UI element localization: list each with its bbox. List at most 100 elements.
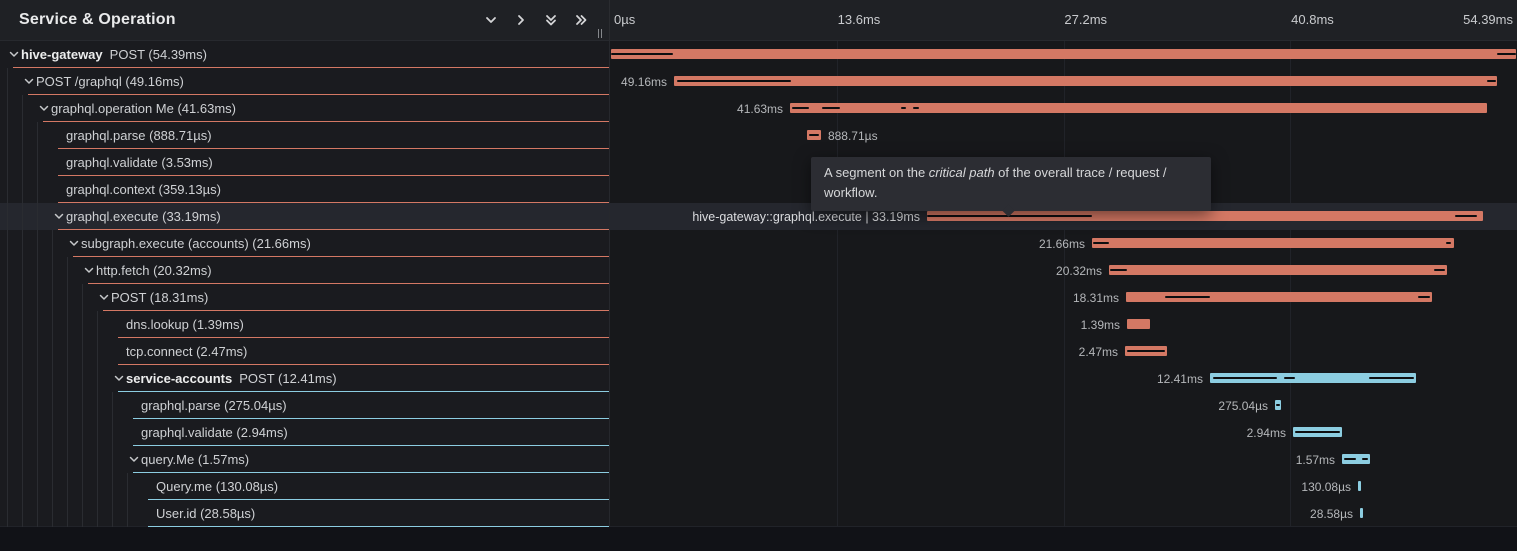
tree-header: Service & Operation bbox=[0, 0, 609, 41]
tooltip-text-before: A segment on the bbox=[824, 165, 929, 180]
chevron-down-icon[interactable] bbox=[483, 12, 499, 28]
chevron-down-icon[interactable] bbox=[66, 240, 81, 247]
axis-tick-4: 54.39ms bbox=[1463, 12, 1513, 27]
span-track-row[interactable]: 130.08µs bbox=[610, 473, 1517, 500]
span-timeline: 49.16ms41.63ms888.71µs3.53ms359.13µshive… bbox=[609, 41, 1517, 526]
chevron-down-icon[interactable] bbox=[81, 267, 96, 274]
chevron-down-icon[interactable] bbox=[126, 456, 141, 463]
span-track-row[interactable]: 888.71µs bbox=[610, 122, 1517, 149]
critical-path-segment bbox=[1497, 53, 1516, 55]
span-bar[interactable] bbox=[1092, 238, 1454, 248]
span-tree: hive-gatewayPOST (54.39ms) POST /graphql … bbox=[0, 41, 609, 526]
span-tree-row[interactable]: graphql.execute (33.19ms) bbox=[0, 203, 609, 230]
span-operation-label: graphql.execute (33.19ms) bbox=[66, 209, 221, 224]
span-tree-row[interactable]: POST (18.31ms) bbox=[0, 284, 609, 311]
span-tree-row[interactable]: POST /graphql (49.16ms) bbox=[0, 68, 609, 95]
span-duration-label: 41.63ms bbox=[737, 102, 783, 116]
span-operation-label: User.id (28.58µs) bbox=[156, 506, 255, 521]
span-tree-row[interactable]: graphql.parse (888.71µs) bbox=[0, 122, 609, 149]
critical-path-segment bbox=[809, 134, 819, 136]
span-tree-row[interactable]: graphql.operation Me (41.63ms) bbox=[0, 95, 609, 122]
span-duration-label: 18.31ms bbox=[1073, 291, 1119, 305]
chevron-down-icon[interactable] bbox=[51, 213, 66, 220]
critical-path-segment bbox=[1418, 296, 1430, 298]
span-bar[interactable] bbox=[1358, 481, 1361, 491]
chevron-down-icon[interactable] bbox=[6, 51, 21, 58]
span-track-row[interactable]: 18.31ms bbox=[610, 284, 1517, 311]
span-tree-row[interactable]: graphql.parse (275.04µs) bbox=[0, 392, 609, 419]
span-duration-label: 2.47ms bbox=[1079, 345, 1118, 359]
double-chevron-right-icon[interactable] bbox=[573, 12, 589, 28]
span-tree-row[interactable]: service-accounts POST (12.41ms) bbox=[0, 365, 609, 392]
tree-header-controls bbox=[483, 0, 589, 40]
critical-path-segment bbox=[1276, 404, 1280, 406]
span-track-row[interactable]: 1.39ms bbox=[610, 311, 1517, 338]
span-track-row[interactable]: 41.63ms bbox=[610, 95, 1517, 122]
span-track-row[interactable]: 12.41ms bbox=[610, 365, 1517, 392]
span-tree-row[interactable]: graphql.context (359.13µs) bbox=[0, 176, 609, 203]
chevron-right-icon[interactable] bbox=[513, 12, 529, 28]
span-operation-label: subgraph.execute (accounts) (21.66ms) bbox=[81, 236, 311, 251]
span-track-row[interactable]: 20.32ms bbox=[610, 257, 1517, 284]
span-track-row[interactable]: 21.66ms bbox=[610, 230, 1517, 257]
span-tree-row[interactable]: dns.lookup (1.39ms) bbox=[0, 311, 609, 338]
span-track-row[interactable]: 2.47ms bbox=[610, 338, 1517, 365]
chevron-down-icon[interactable] bbox=[111, 375, 126, 382]
service-name: service-accounts bbox=[126, 371, 232, 386]
span-track-row[interactable]: 49.16ms bbox=[610, 68, 1517, 95]
critical-path-segment bbox=[1455, 215, 1477, 217]
span-duration-label: 275.04µs bbox=[1218, 399, 1268, 413]
span-tree-row[interactable]: hive-gatewayPOST (54.39ms) bbox=[0, 41, 609, 68]
span-tree-row[interactable]: Query.me (130.08µs) bbox=[0, 473, 609, 500]
span-bar[interactable] bbox=[1360, 508, 1363, 518]
span-duration-label: 888.71µs bbox=[828, 129, 878, 143]
span-bar[interactable] bbox=[1127, 319, 1150, 329]
chevron-down-icon[interactable] bbox=[21, 78, 36, 85]
pane-resize-handle[interactable] bbox=[598, 29, 602, 38]
span-operation-label: graphql.context (359.13µs) bbox=[66, 182, 221, 197]
span-operation-label: tcp.connect (2.47ms) bbox=[126, 344, 247, 359]
span-bar[interactable] bbox=[674, 76, 1497, 86]
span-duration-label: 49.16ms bbox=[621, 75, 667, 89]
span-bar[interactable] bbox=[1109, 265, 1447, 275]
span-operation-label: graphql.validate (2.94ms) bbox=[141, 425, 288, 440]
span-operation-label: POST (12.41ms) bbox=[239, 371, 336, 386]
span-tree-row[interactable]: subgraph.execute (accounts) (21.66ms) bbox=[0, 230, 609, 257]
critical-path-segment bbox=[1284, 377, 1295, 379]
span-tree-row[interactable]: query.Me (1.57ms) bbox=[0, 446, 609, 473]
span-operation-label: graphql.validate (3.53ms) bbox=[66, 155, 213, 170]
span-tree-row[interactable]: graphql.validate (3.53ms) bbox=[0, 149, 609, 176]
critical-path-tooltip: A segment on the critical path of the ov… bbox=[811, 157, 1211, 211]
critical-path-segment bbox=[1295, 431, 1340, 433]
span-track-row[interactable] bbox=[610, 41, 1517, 68]
chevron-down-icon[interactable] bbox=[96, 294, 111, 301]
span-bar[interactable] bbox=[611, 49, 1516, 59]
critical-path-segment bbox=[913, 107, 919, 109]
span-operation-label: POST /graphql (49.16ms) bbox=[36, 74, 184, 89]
span-duration-label: 1.39ms bbox=[1081, 318, 1120, 332]
chevron-down-icon[interactable] bbox=[36, 105, 51, 112]
span-tree-row[interactable]: User.id (28.58µs) bbox=[0, 500, 609, 527]
critical-path-segment bbox=[792, 107, 809, 109]
span-tree-row[interactable]: tcp.connect (2.47ms) bbox=[0, 338, 609, 365]
panel-body: hive-gatewayPOST (54.39ms) POST /graphql … bbox=[0, 41, 1517, 527]
double-chevron-down-icon[interactable] bbox=[543, 12, 559, 28]
span-duration-label: 2.94ms bbox=[1247, 426, 1286, 440]
critical-path-segment bbox=[1213, 377, 1277, 379]
span-track-row[interactable]: 2.94ms bbox=[610, 419, 1517, 446]
span-operation-label: graphql.parse (888.71µs) bbox=[66, 128, 212, 143]
span-tree-row[interactable]: http.fetch (20.32ms) bbox=[0, 257, 609, 284]
critical-path-segment bbox=[1434, 269, 1445, 271]
critical-path-segment bbox=[1165, 296, 1210, 298]
span-track-row[interactable]: 1.57ms bbox=[610, 446, 1517, 473]
axis-tick-3: 40.8ms bbox=[1291, 12, 1334, 27]
span-duration-label: 21.66ms bbox=[1039, 237, 1085, 251]
span-operation-label: query.Me (1.57ms) bbox=[141, 452, 249, 467]
span-track-row[interactable]: 28.58µs bbox=[610, 500, 1517, 527]
span-tree-row[interactable]: graphql.validate (2.94ms) bbox=[0, 419, 609, 446]
tree-header-title: Service & Operation bbox=[19, 11, 176, 29]
span-track-row[interactable]: 275.04µs bbox=[610, 392, 1517, 419]
critical-path-segment bbox=[1344, 458, 1356, 460]
span-bar[interactable] bbox=[790, 103, 1487, 113]
critical-path-segment bbox=[901, 107, 906, 109]
